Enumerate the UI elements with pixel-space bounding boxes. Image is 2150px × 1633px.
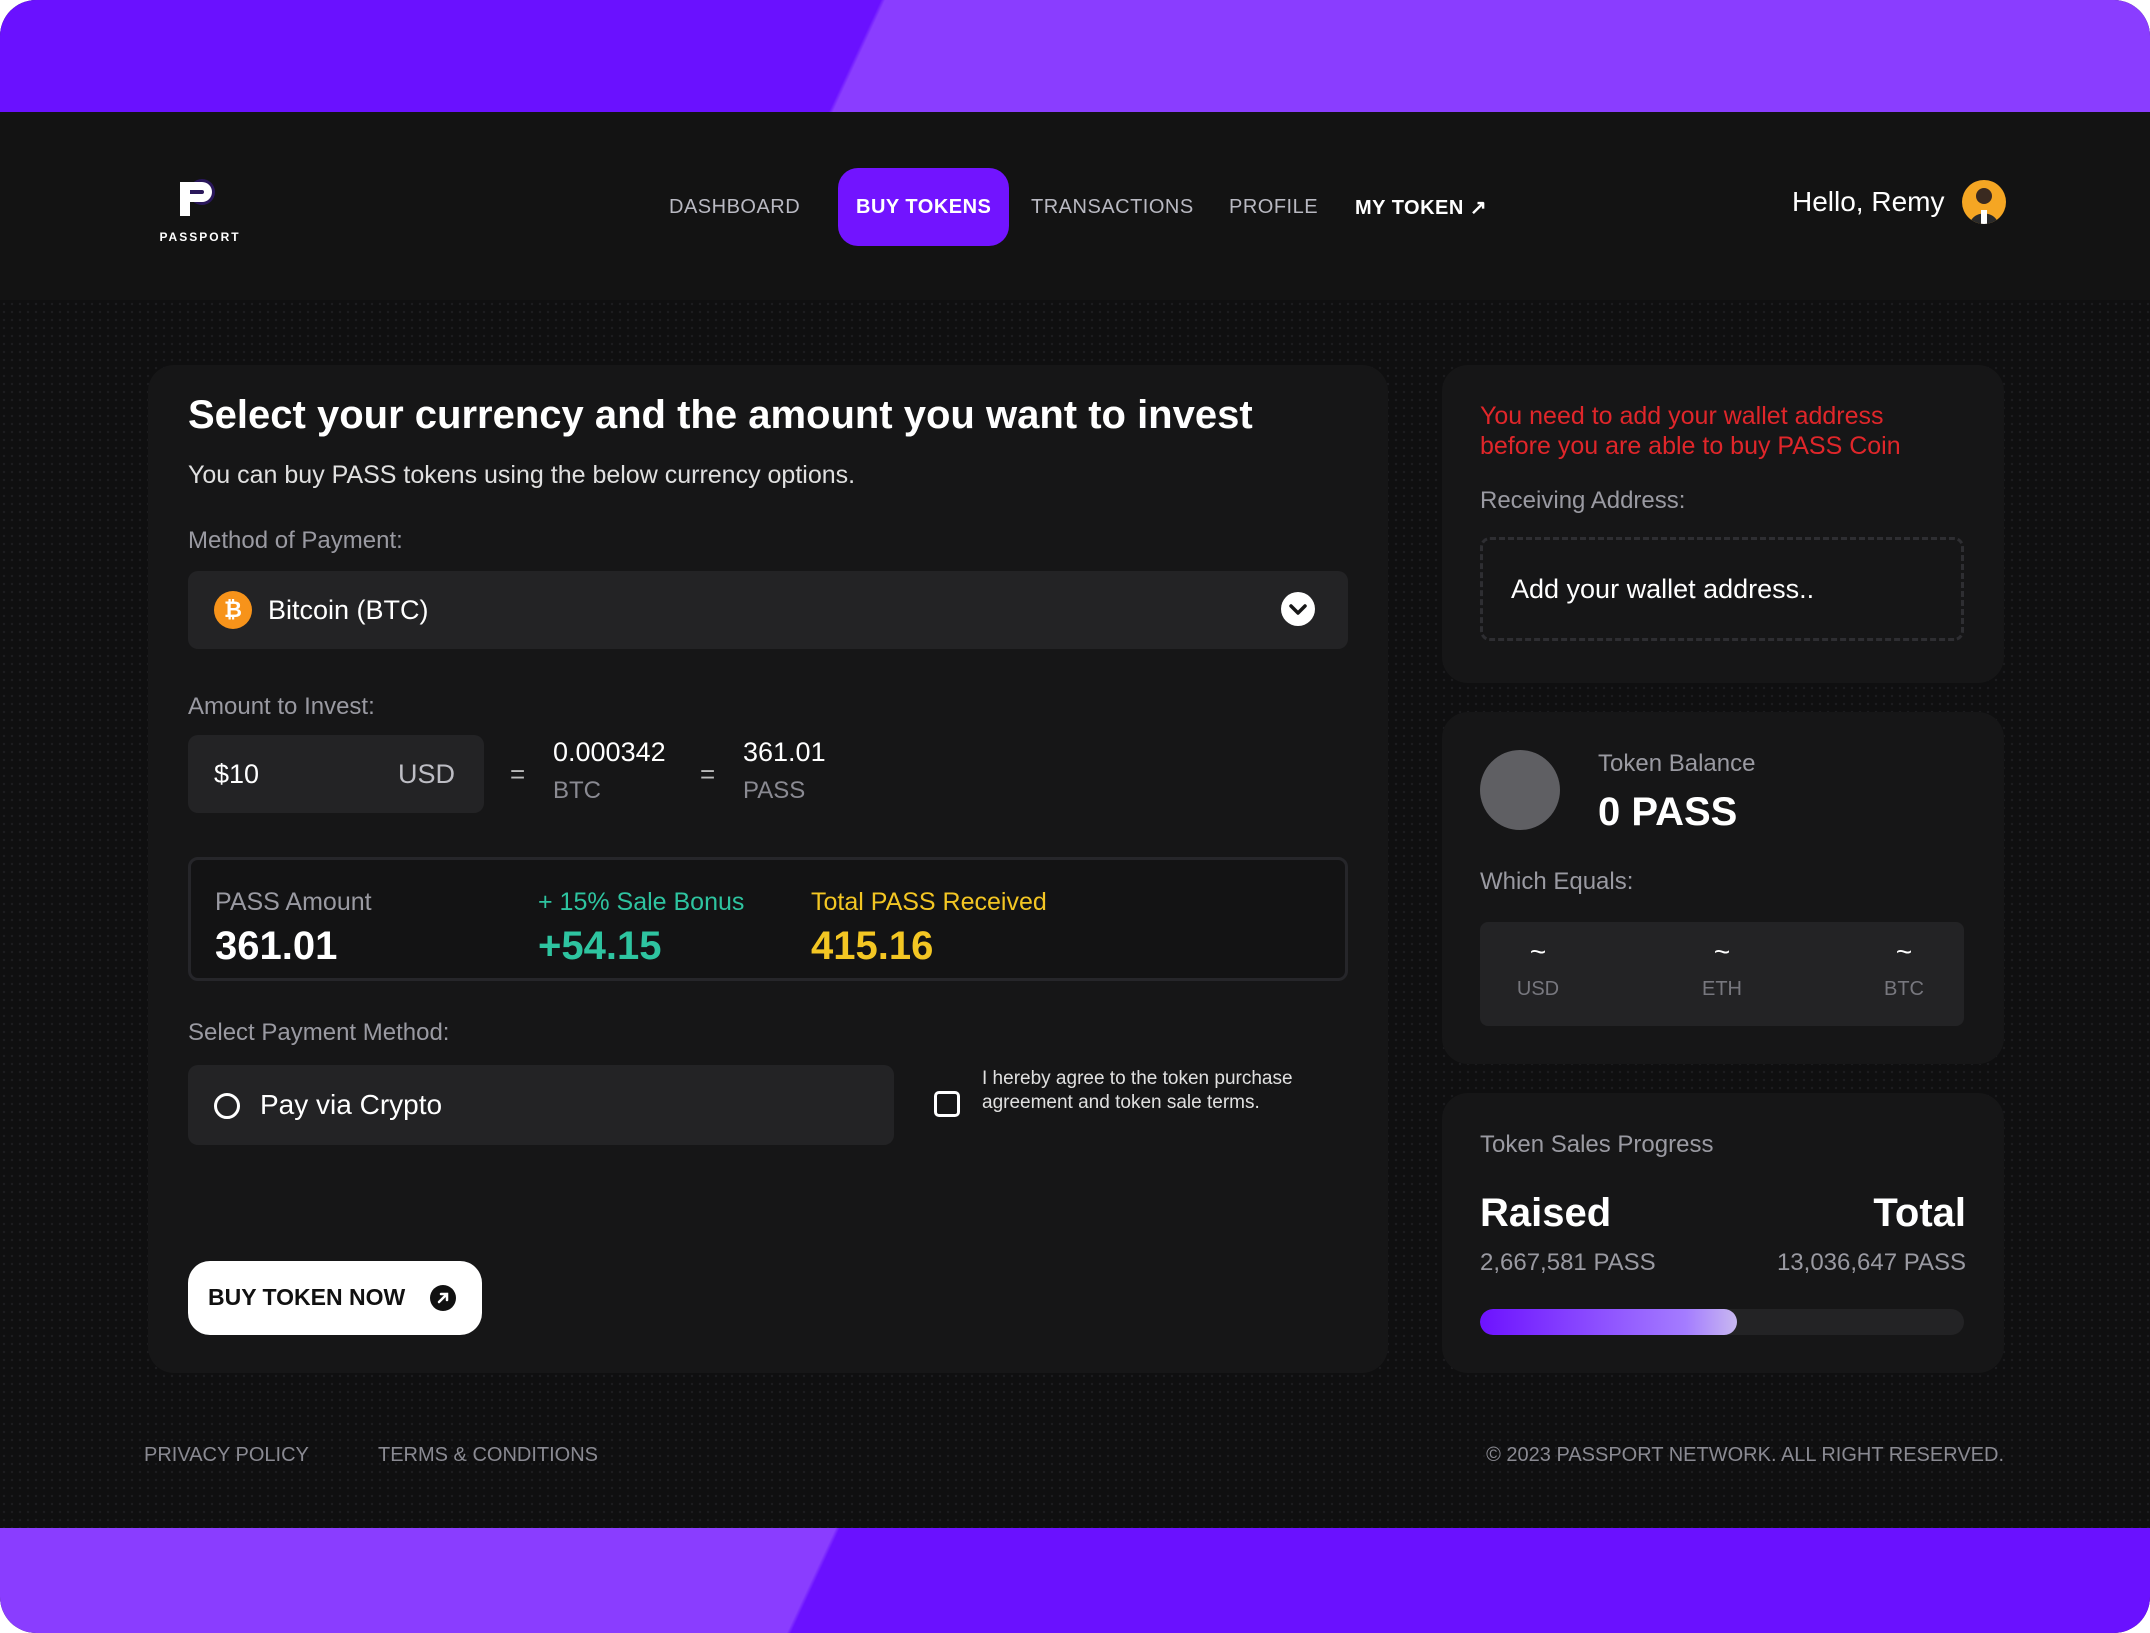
pass-equivalent-unit: PASS <box>743 777 806 804</box>
chevron-down-icon[interactable] <box>1281 592 1315 626</box>
token-balance-value: 0 PASS <box>1598 790 1738 834</box>
nav-buy-tokens-label: BUY TOKENS <box>838 168 1010 246</box>
nav-dashboard-label: DASHBOARD <box>669 195 801 218</box>
nav-my-token-label: MY TOKEN ↗ <box>1355 196 1488 219</box>
privacy-policy-link[interactable]: PRIVACY POLICY <box>144 1444 309 1467</box>
receiving-address-label: Receiving Address: <box>1480 487 1686 514</box>
total-pass-value: 415.16 <box>811 924 934 968</box>
raised-value: 2,667,581 PASS <box>1480 1249 1656 1276</box>
btc-balance-unit: BTC <box>1884 978 1924 1000</box>
pay-via-crypto-option[interactable]: Pay via Crypto <box>188 1065 894 1145</box>
total-label: Total <box>1873 1191 1966 1235</box>
wallet-panel: You need to add your wallet address befo… <box>1442 365 2004 683</box>
usd-equivalent-unit: USD <box>1516 978 1560 1000</box>
token-sales-progress-label: Token Sales Progress <box>1480 1131 1714 1158</box>
which-equals-label: Which Equals: <box>1480 868 1634 895</box>
page-title: Select your currency and the amount you … <box>188 393 1253 437</box>
token-balance-label: Token Balance <box>1598 750 1756 777</box>
usd-equivalent-value: ~ <box>1529 936 1547 967</box>
sales-progress-fill <box>1480 1309 1737 1335</box>
page-subtitle: You can buy PASS tokens using the below … <box>188 461 856 489</box>
logo-text: PASSPORT <box>159 230 241 244</box>
bitcoin-icon: ₿ <box>214 591 252 629</box>
buy-token-now-label: BUY TOKEN NOW <box>208 1284 406 1310</box>
total-value: 13,036,647 PASS <box>1776 1249 1966 1276</box>
token-icon <box>1480 750 1560 830</box>
nav-profile[interactable]: PROFILE <box>1229 168 1318 246</box>
wallet-warning: You need to add your wallet address befo… <box>1480 402 1901 460</box>
amount-currency: USD <box>398 759 456 789</box>
nav-profile-label: PROFILE <box>1229 195 1319 218</box>
currency-select[interactable]: ₿ Bitcoin (BTC) <box>188 571 1348 649</box>
arrow-up-right-icon <box>430 1285 456 1311</box>
passport-logo-icon <box>180 179 215 216</box>
agree-terms-text: I hereby agree to the token purchase agr… <box>982 1068 1293 1113</box>
sales-progress-bar <box>1480 1309 1964 1335</box>
amount-to-invest-label: Amount to Invest: <box>188 693 375 720</box>
sale-bonus-label: + 15% Sale Bonus <box>538 888 745 916</box>
eth-equivalent-value: ~ <box>1713 936 1731 967</box>
token-balance-panel: Token Balance 0 PASS Which Equals: ~ USD… <box>1442 712 2004 1064</box>
amount-input[interactable]: $10 USD <box>188 735 484 813</box>
raised-label: Raised <box>1480 1191 1612 1235</box>
amount-input-value: $10 <box>214 759 260 789</box>
bottom-decor-band <box>0 1528 2150 1633</box>
pass-amount-label: PASS Amount <box>215 888 372 916</box>
total-pass-label: Total PASS Received <box>811 888 1047 916</box>
purchase-summary: PASS Amount 361.01 + 15% Sale Bonus +54.… <box>188 857 1348 981</box>
copyright-text: © 2023 PASSPORT NETWORK. ALL RIGHT RESER… <box>1486 1444 2004 1466</box>
equals-sign: = <box>700 759 716 789</box>
pay-via-crypto-label: Pay via Crypto <box>260 1089 443 1120</box>
nav-my-token[interactable]: MY TOKEN ↗ <box>1355 168 1487 246</box>
nav-buy-tokens[interactable]: BUY TOKENS <box>838 168 1010 246</box>
nav-dashboard[interactable]: DASHBOARD <box>669 168 800 246</box>
balance-equivalents: ~ USD ~ ETH ~ BTC <box>1480 922 1964 1026</box>
radio-button[interactable] <box>214 1093 240 1119</box>
token-sales-panel: Token Sales Progress Raised 2,667,581 PA… <box>1442 1093 2004 1373</box>
nav-transactions[interactable]: TRANSACTIONS <box>1031 168 1194 246</box>
method-of-payment-label: Method of Payment: <box>188 527 403 554</box>
btc-equivalent-tilde: ~ <box>1895 936 1913 967</box>
sale-bonus-value: +54.15 <box>538 924 662 968</box>
buy-token-now-button[interactable]: BUY TOKEN NOW <box>188 1261 482 1335</box>
app-frame: PASSPORT DASHBOARD BUY TOKENS TRANSACTIO… <box>0 0 2150 1633</box>
passport-logo[interactable]: PASSPORT <box>150 178 250 248</box>
eth-equivalent-unit: ETH <box>1702 978 1742 1000</box>
user-avatar[interactable] <box>1962 180 2006 224</box>
pass-equivalent-value: 361.01 <box>743 737 826 767</box>
btc-equivalent-unit: BTC <box>553 777 601 804</box>
btc-equivalent-value: 0.000342 <box>553 737 666 767</box>
wallet-address-placeholder: Add your wallet address.. <box>1511 574 1815 604</box>
top-decor-band <box>0 0 2150 112</box>
avatar-icon <box>1970 188 1998 224</box>
select-payment-method-label: Select Payment Method: <box>188 1019 450 1046</box>
nav-transactions-label: TRANSACTIONS <box>1031 195 1194 218</box>
currency-select-value: Bitcoin (BTC) <box>268 595 429 625</box>
user-greeting: Hello, Remy <box>1792 186 1945 217</box>
equals-sign: = <box>510 759 526 789</box>
pass-amount-value: 361.01 <box>215 924 338 968</box>
invest-panel: Select your currency and the amount you … <box>148 365 1388 1373</box>
agree-terms-checkbox[interactable] <box>934 1091 960 1117</box>
wallet-address-input[interactable]: Add your wallet address.. <box>1480 537 1964 641</box>
terms-conditions-link[interactable]: TERMS & CONDITIONS <box>378 1444 598 1467</box>
